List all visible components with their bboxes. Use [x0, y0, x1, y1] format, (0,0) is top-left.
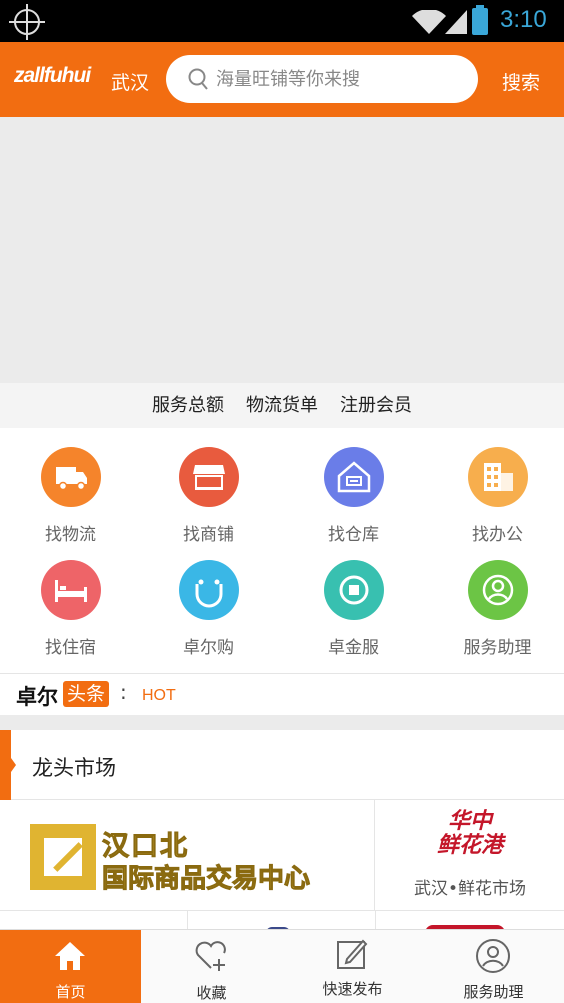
wifi-icon — [412, 10, 446, 34]
battery-icon — [472, 5, 488, 35]
bottom-tab-bar: 首页 收藏 快速发布 服务助理 — [0, 929, 564, 1003]
app-header: zallfuhui 武汉 搜索 — [0, 42, 564, 117]
stat-registered-members: 注册会员 — [340, 395, 412, 416]
shop-icon — [178, 447, 239, 507]
signal-icon — [445, 10, 467, 34]
divider — [375, 911, 376, 931]
tab-label: 快速发布 — [322, 980, 383, 998]
tab-label: 首页 — [55, 983, 86, 1001]
divider — [187, 911, 188, 931]
section-title: 龙头市场 — [32, 756, 116, 780]
section-divider — [0, 715, 564, 730]
app-logo: zallfuhui — [14, 64, 91, 87]
service-find-warehouse[interactable]: 找仓库 — [283, 447, 424, 545]
service-label: 卓金服 — [328, 638, 379, 658]
service-label: 找仓库 — [328, 525, 379, 545]
city-selector[interactable]: 武汉 — [111, 68, 149, 95]
market-name: 武汉•鲜花市场 — [413, 879, 527, 899]
flower-port-logo: 华中 鲜花港 — [376, 810, 564, 858]
service-find-lodging[interactable]: 找住宿 — [0, 560, 141, 658]
banner-carousel[interactable] — [0, 117, 564, 383]
tab-quick-post[interactable]: 快速发布 — [282, 930, 423, 1003]
status-bar: 3:10 — [0, 0, 564, 42]
section-header: 龙头市场 — [0, 730, 564, 800]
headline-tag: 头条 — [63, 681, 110, 707]
flower-logo-line1: 华中 — [447, 809, 492, 834]
stat-logistics-orders: 物流货单 — [246, 395, 318, 416]
truck-icon — [40, 447, 101, 507]
headline-ticker[interactable]: 卓尔 头条 : HOT — [0, 673, 564, 715]
search-box[interactable] — [166, 55, 478, 103]
service-zhuoer-finance[interactable]: 卓金服 — [283, 560, 424, 658]
market-card-hankoubei[interactable]: 汉口北 国际商品交易中心 — [0, 800, 375, 910]
assistant-icon — [467, 560, 528, 620]
headline-brand: 卓尔 — [16, 685, 58, 709]
section-marker — [0, 730, 16, 800]
tab-label: 收藏 — [196, 984, 227, 1002]
service-find-logistics[interactable]: 找物流 — [0, 447, 141, 545]
headline-hot: HOT — [142, 687, 176, 704]
service-assistant[interactable]: 服务助理 — [427, 560, 564, 658]
hankoubei-line2: 国际商品交易中心 — [101, 864, 311, 895]
heart-plus-icon — [195, 941, 226, 971]
service-grid: 找物流 找商铺 找仓库 找办公 找住宿 卓尔购 卓金服 服务助理 — [0, 428, 564, 673]
service-label: 找住宿 — [45, 638, 96, 658]
user-icon — [476, 939, 510, 973]
service-find-shop[interactable]: 找商铺 — [138, 447, 279, 545]
market-card-flower[interactable]: 华中 鲜花港 武汉•鲜花市场 — [376, 800, 564, 910]
tab-favorites[interactable]: 收藏 — [141, 930, 282, 1003]
service-zhuoer-shop[interactable]: 卓尔购 — [138, 560, 279, 658]
finance-icon — [323, 560, 384, 620]
office-building-icon — [467, 447, 528, 507]
gps-icon — [9, 4, 45, 40]
tab-service-assistant[interactable]: 服务助理 — [423, 930, 564, 1003]
service-label: 找物流 — [45, 525, 96, 545]
service-find-office[interactable]: 找办公 — [427, 447, 564, 545]
home-icon — [55, 942, 85, 970]
service-label: 卓尔购 — [183, 638, 234, 658]
search-input[interactable] — [216, 66, 466, 92]
edit-icon — [337, 939, 368, 969]
search-icon — [188, 68, 208, 90]
clock: 3:10 — [500, 6, 547, 33]
warehouse-icon — [323, 447, 384, 507]
shopping-bag-icon — [178, 560, 239, 620]
service-label: 找办公 — [472, 525, 523, 545]
headline-colon: : — [120, 680, 127, 704]
flower-logo-line2: 鲜花港 — [436, 833, 503, 858]
hankoubei-logo: 汉口北 国际商品交易中心 — [30, 824, 330, 895]
bed-icon — [40, 560, 101, 620]
search-button[interactable]: 搜索 — [502, 68, 540, 95]
stat-service-total: 服务总额 — [152, 395, 224, 416]
service-label: 找商铺 — [183, 525, 234, 545]
tab-home[interactable]: 首页 — [0, 930, 141, 1003]
hankoubei-emblem-icon — [30, 824, 96, 890]
tab-label: 服务助理 — [463, 983, 524, 1001]
market-row-partial — [0, 910, 564, 933]
service-label: 服务助理 — [463, 638, 532, 658]
stats-bar: 服务总额 物流货单 注册会员 — [0, 383, 564, 428]
